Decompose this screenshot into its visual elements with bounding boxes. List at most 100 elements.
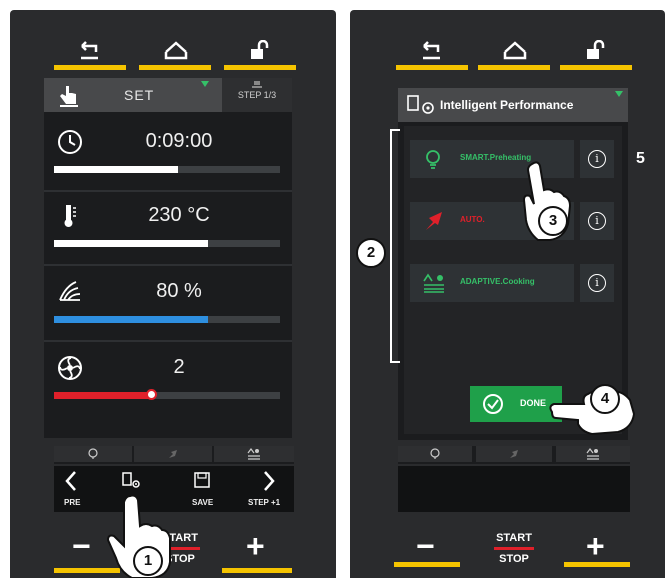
fan-slider[interactable] [54,389,280,400]
unlock-indicator [224,65,296,70]
temperature-slider[interactable] [54,240,280,247]
home-icon [164,41,188,60]
temperature-slider-fill [54,240,208,247]
step-indicator: STEP 1/3 [237,90,277,100]
set-header: SET STEP 1/3 [44,78,292,112]
adaptive-icon [586,448,599,460]
home-icon [503,41,527,60]
back-indicator [54,65,126,70]
auto-tab[interactable] [476,446,552,462]
home-button[interactable] [478,36,550,70]
adaptive-cooking-info-button[interactable]: i [580,264,614,302]
back-button[interactable] [396,36,468,70]
adaptive-icon [423,273,444,293]
auto-tab[interactable] [134,446,212,462]
set-title: SET [124,87,155,103]
time-row[interactable]: 0:09:00 [44,116,292,188]
fan-row[interactable]: 2 [44,342,292,414]
bulb-icon [426,150,440,169]
start-stop-button[interactable] [486,528,542,568]
info-icon: i [588,212,606,230]
home-button[interactable] [139,36,211,70]
minus-button[interactable]: − [416,528,435,565]
save-icon [194,472,210,488]
intelligent-performance-icon[interactable] [122,472,142,490]
back-icon [81,41,98,60]
unlock-icon [251,40,269,59]
list-bracket [390,129,400,363]
back-icon [423,41,440,60]
smart-tab[interactable] [398,446,472,462]
humidity-value: 80 % [156,280,202,302]
pre-button[interactable]: PRE [64,498,80,507]
tray-icon [252,81,262,88]
auto-icon [426,212,442,230]
ip-header: Intelligent Performance [398,88,628,122]
auto-icon [510,450,518,458]
chevron-left-icon [65,471,76,491]
humidity-icon [59,281,81,301]
humidity-slider[interactable] [54,316,280,323]
info-icon: i [588,150,606,168]
back-indicator [396,65,468,70]
smart-preheating-info-button[interactable]: i [580,140,614,178]
plus-button[interactable]: + [586,528,605,565]
function-bar [54,446,294,464]
thermometer-icon [64,205,76,227]
time-slider[interactable] [54,166,280,173]
fan-slider-fill [54,392,152,399]
temperature-row[interactable]: 230 °C [44,190,292,262]
function-bar [398,446,630,464]
hand-icon [60,86,78,107]
step-next-button[interactable]: STEP +1 [248,498,280,507]
save-button[interactable]: SAVE [192,498,213,507]
callout-2: 2 [356,238,386,268]
back-button[interactable] [54,36,126,70]
plus-button[interactable]: + [246,528,265,565]
callout-4: 4 [590,384,620,414]
auto-info-button[interactable]: i [580,202,614,240]
time-value: 0:09:00 [145,130,213,152]
program-nav-bar-empty [398,466,630,512]
smart-tab[interactable] [54,446,132,462]
done-label: DONE [520,398,547,408]
temperature-value: 230 °C [148,204,210,226]
adaptive-tab[interactable] [214,446,294,462]
unlock-icon [587,40,605,59]
plus-indicator [564,562,630,567]
fan-icon [58,356,82,380]
time-slider-fill [54,166,179,173]
home-indicator [478,65,550,70]
step-tab[interactable]: STEP 1/3 [222,78,292,112]
adaptive-cooking-label: ADAPTIVE.Cooking [460,277,535,286]
wifi-icon [201,81,209,87]
callout-1: 1 [133,546,163,576]
humidity-row[interactable]: 80 % [44,266,292,338]
adaptive-tab[interactable] [556,446,630,462]
adaptive-icon [247,448,260,460]
intelligent-performance-icon [407,95,434,114]
fan-slider-knob[interactable] [146,389,158,400]
wifi-icon [615,91,623,97]
clock-icon [58,130,82,154]
bulb-icon [88,448,98,459]
unlock-button[interactable] [560,36,632,70]
set-screen: SET STEP 1/3 0:09:00 230 °C 80 % 2 [44,78,292,438]
fan-value: 2 [173,356,185,378]
callout-5: 5 [636,150,645,167]
minus-button[interactable]: − [72,528,91,565]
bulb-icon [430,448,440,459]
adaptive-cooking-item[interactable]: ADAPTIVE.Cooking [410,264,574,302]
callout-3: 3 [538,206,568,236]
info-icon: i [588,274,606,292]
unlock-indicator [560,65,632,70]
auto-icon [169,450,177,458]
minus-indicator [394,562,460,567]
check-circle-icon [483,394,503,414]
ip-title: Intelligent Performance [440,98,574,112]
plus-indicator [222,568,292,573]
unlock-button[interactable] [224,36,296,70]
auto-label: AUTO. [460,215,485,224]
home-indicator [139,65,211,70]
chevron-right-icon [264,471,275,491]
